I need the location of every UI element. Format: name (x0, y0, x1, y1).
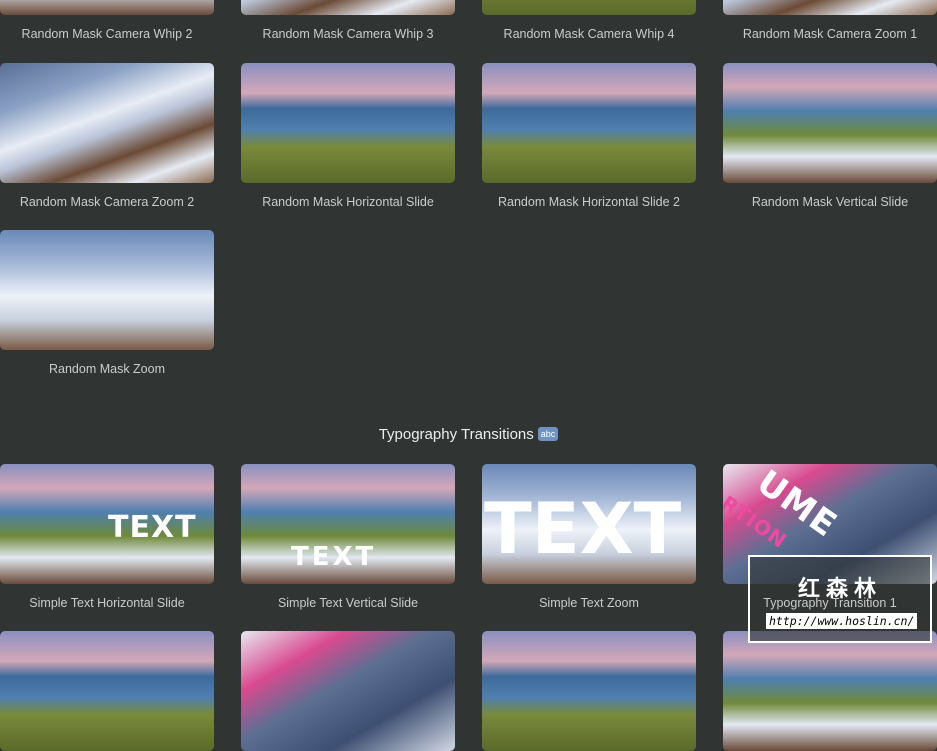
tile-label: Random Mask Camera Whip 3 (262, 27, 434, 41)
thumbnail (0, 230, 214, 350)
tile-label: Simple Text Vertical Slide (277, 596, 419, 610)
section-title: Typography Transitions (378, 426, 534, 443)
thumbnail (723, 63, 937, 183)
transition-tile[interactable]: TEXT Simple Text Vertical Slide (241, 464, 455, 610)
thumbnail-overlay-text: TEXT (291, 542, 377, 572)
thumbnail (241, 631, 455, 751)
transition-tile[interactable] (482, 631, 696, 751)
tile-label: Random Mask Horizontal Slide 2 (497, 195, 681, 209)
thumbnail (0, 63, 214, 183)
transition-tile[interactable]: TEXT Simple Text Zoom (482, 464, 696, 610)
thumbnail (241, 0, 455, 15)
tile-label: Random Mask Camera Zoom 2 (19, 195, 195, 209)
transition-tile[interactable]: Random Mask Horizontal Slide 2 (482, 63, 696, 209)
thumbnail-overlay-text: TEXT (484, 488, 682, 570)
transition-tile[interactable] (723, 631, 937, 751)
transition-tile[interactable]: Random Mask Camera Whip 2 (0, 0, 214, 41)
transition-tile[interactable] (241, 631, 455, 751)
thumbnail (482, 0, 696, 15)
thumbnail (0, 0, 214, 15)
watermark-url: http://www.hoslin.cn/ (766, 613, 918, 629)
transition-tile[interactable]: Random Mask Zoom (0, 230, 214, 376)
tile-label: Random Mask Camera Zoom 1 (742, 27, 918, 41)
tile-label: Typography Transition 1 (763, 596, 897, 610)
section-heading: Typography Transitions abc (0, 426, 937, 443)
transition-tile[interactable]: Random Mask Camera Whip 4 (482, 0, 696, 41)
tile-label: Simple Text Zoom (539, 596, 639, 610)
tile-label: Random Mask Camera Whip 4 (503, 27, 675, 41)
tile-label: Random Mask Camera Whip 2 (21, 27, 193, 41)
transition-tile[interactable] (0, 631, 214, 751)
tile-label: Random Mask Horizontal Slide (262, 195, 434, 209)
thumbnail (241, 63, 455, 183)
thumbnail: TEXT (0, 464, 214, 584)
transition-tile[interactable]: Random Mask Camera Whip 3 (241, 0, 455, 41)
thumbnail (482, 63, 696, 183)
transition-tile[interactable]: Random Mask Vertical Slide (723, 63, 937, 209)
thumbnail-overlay-text: TEXT (108, 510, 197, 545)
thumbnail (482, 631, 696, 751)
transition-tile[interactable]: Random Mask Horizontal Slide (241, 63, 455, 209)
thumbnail (723, 0, 937, 15)
thumbnail (723, 631, 937, 751)
transition-tile[interactable]: Random Mask Camera Zoom 1 (723, 0, 937, 41)
thumbnail: TEXT (482, 464, 696, 584)
thumbnail: TEXT (241, 464, 455, 584)
transition-tile[interactable]: Random Mask Camera Zoom 2 (0, 63, 214, 209)
thumbnail (0, 631, 214, 751)
transition-tile[interactable]: TEXT Simple Text Horizontal Slide (0, 464, 214, 610)
tile-label: Random Mask Vertical Slide (751, 195, 909, 209)
tile-label: Simple Text Horizontal Slide (29, 596, 185, 610)
abc-emoji-icon: abc (537, 427, 559, 441)
tile-label: Random Mask Zoom (48, 362, 165, 376)
